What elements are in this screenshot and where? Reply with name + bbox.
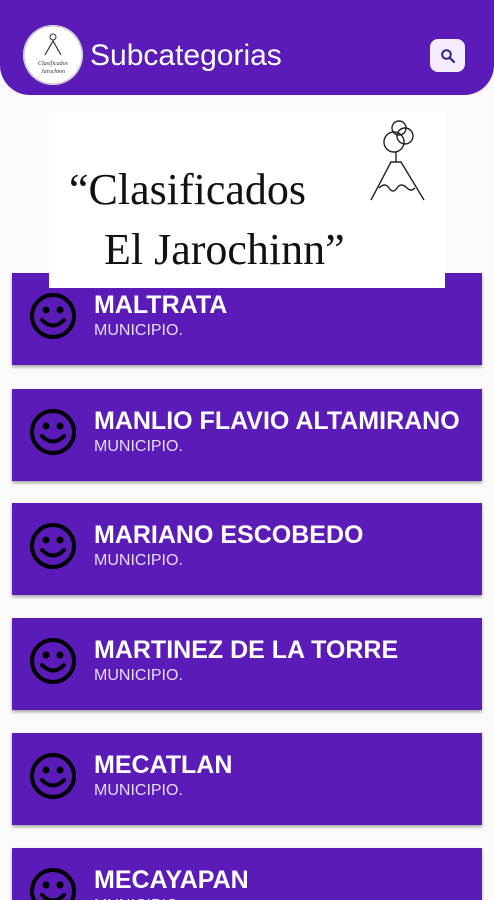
item-type: MUNICIPIO. [94,782,183,799]
smiley-face-icon [30,409,76,455]
logo-text-line2: Jarochinn [41,69,65,75]
item-type: MUNICIPIO. [94,322,183,339]
smiley-face-icon [30,753,76,799]
smiley-face-icon [30,523,76,569]
smiley-face-icon [30,638,76,684]
logo-text-line1: Clasificados [38,60,69,67]
list-item[interactable]: MECAYAPAN MUNICIPIO. [12,848,482,900]
item-name: MECATLAN [94,751,233,779]
banner-image: “Clasificados El Jarochinn” [49,112,445,288]
app-bar: Clasificados Jarochinn Subcategorias [0,0,494,95]
search-button[interactable] [430,39,465,72]
list-item[interactable]: MECATLAN MUNICIPIO. [12,733,482,825]
list-item[interactable]: MANLIO FLAVIO ALTAMIRANO MUNICIPIO. [12,389,482,481]
list-item[interactable]: MARTINEZ DE LA TORRE MUNICIPIO. [12,618,482,710]
item-type: MUNICIPIO. [94,667,183,684]
banner-line1: “Clasificados [69,165,306,214]
smiley-face-icon [30,868,76,900]
app-logo: Clasificados Jarochinn [23,25,83,85]
banner-line2: El Jarochinn” [104,225,345,274]
smiley-face-icon [30,293,76,339]
item-name: MANLIO FLAVIO ALTAMIRANO [94,407,460,435]
banner-graphic: “Clasificados El Jarochinn” [69,120,425,274]
item-name: MALTRATA [94,291,228,319]
item-name: MARIANO ESCOBEDO [94,521,364,549]
item-name: MARTINEZ DE LA TORRE [94,636,399,664]
item-name: MECAYAPAN [94,866,249,894]
volcano-logo-icon: Clasificados Jarochinn [23,25,83,85]
item-type: MUNICIPIO. [94,438,183,455]
list-item[interactable]: MARIANO ESCOBEDO MUNICIPIO. [12,503,482,595]
item-type: MUNICIPIO. [94,552,183,569]
volcano-icon [370,120,425,201]
item-type: MUNICIPIO. [94,896,183,900]
search-icon [440,48,455,63]
page-title: Subcategorias [90,39,282,72]
